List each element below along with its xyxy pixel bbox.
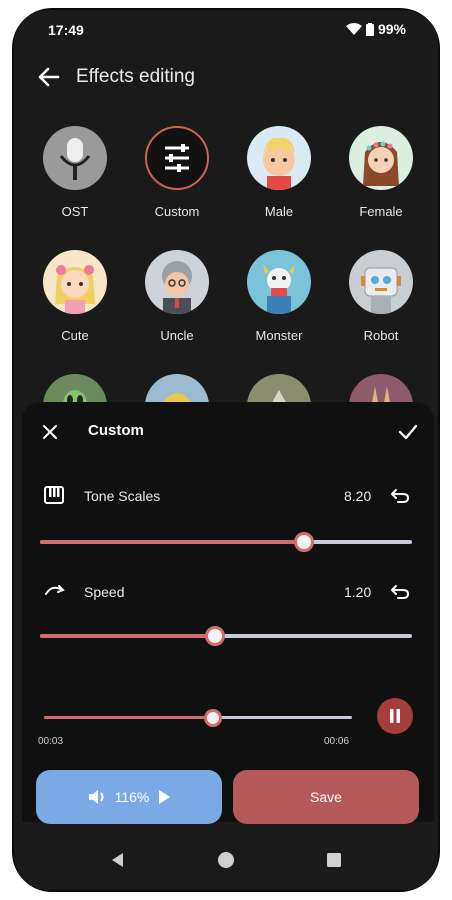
back-arrow-icon[interactable] <box>34 62 64 92</box>
speed-slider[interactable] <box>40 626 412 646</box>
microphone-icon <box>43 126 107 190</box>
effect-label: Uncle <box>160 328 194 343</box>
close-icon[interactable] <box>42 424 58 440</box>
monster-avatar-icon <box>247 250 311 314</box>
playback-total-time: 00:06 <box>324 736 350 747</box>
male-avatar-icon <box>247 126 311 190</box>
tone-scales-label: Tone Scales <box>84 488 161 504</box>
playback-thumb[interactable] <box>204 709 223 727</box>
effect-ost[interactable]: OST <box>30 126 120 219</box>
speed-value: 1.20 <box>344 584 372 600</box>
playback-progress-slider[interactable] <box>44 709 352 727</box>
pause-button[interactable] <box>377 698 413 734</box>
tone-scales-value: 8.20 <box>344 488 372 504</box>
playback-progress-fill <box>44 716 214 719</box>
tone-scales-thumb[interactable] <box>294 532 315 552</box>
speed-fill <box>40 634 215 638</box>
speed-curve-icon <box>45 585 65 595</box>
tone-scales-slider[interactable] <box>40 532 412 552</box>
effect-label: OST <box>61 204 89 219</box>
battery-icon <box>365 22 374 36</box>
reset-tone-icon[interactable] <box>390 488 410 504</box>
nav-home-icon[interactable] <box>216 850 236 870</box>
effect-male[interactable]: Male <box>234 126 324 219</box>
status-bar: 17:49 99% <box>14 10 438 44</box>
play-icon <box>159 790 171 804</box>
robot-avatar-icon <box>349 250 413 314</box>
effect-label: Female <box>359 204 403 219</box>
uncle-avatar-icon <box>145 250 209 314</box>
effect-robot[interactable]: Robot <box>336 250 426 343</box>
effect-monster[interactable]: Monster <box>234 250 324 343</box>
effect-uncle[interactable]: Uncle <box>132 250 222 343</box>
sliders-icon <box>145 126 209 190</box>
save-button[interactable]: Save <box>233 770 419 824</box>
speed-label: Speed <box>84 584 125 600</box>
nav-back-icon[interactable] <box>110 852 124 868</box>
reset-speed-icon[interactable] <box>390 584 410 600</box>
effect-label: Custom <box>154 204 200 219</box>
effect-custom[interactable]: Custom <box>132 126 222 219</box>
check-icon[interactable] <box>398 424 418 440</box>
nav-recents-icon[interactable] <box>326 852 342 868</box>
volume-level: 116% <box>114 789 150 805</box>
volume-play-button[interactable]: 116% <box>36 770 222 824</box>
pause-icon <box>390 709 400 723</box>
tone-scales-fill <box>40 540 305 544</box>
female-avatar-icon <box>349 126 413 190</box>
app-screen: 17:49 99% Effects editing OST Custom Mal… <box>14 10 438 890</box>
speed-thumb[interactable] <box>204 626 225 646</box>
cute-avatar-icon <box>43 250 107 314</box>
speaker-icon <box>88 790 104 804</box>
battery-percent: 99% <box>377 21 406 37</box>
effect-label: Robot <box>363 328 399 343</box>
effect-label: Monster <box>255 328 303 343</box>
status-time: 17:49 <box>48 22 84 38</box>
status-icons: 99% <box>345 21 406 37</box>
page-title: Effects editing <box>76 66 196 87</box>
sheet-title: Custom <box>88 422 144 439</box>
effect-cute[interactable]: Cute <box>30 250 120 343</box>
wifi-icon <box>345 23 362 35</box>
app-header: Effects editing <box>14 60 438 96</box>
effect-label: Male <box>264 204 294 219</box>
custom-effect-sheet: Custom Tone Scales 8.20 Speed 1.20 00:03… <box>22 402 434 822</box>
effect-label: Cute <box>61 328 89 343</box>
piano-keys-icon <box>44 486 64 504</box>
system-nav-bar <box>14 840 438 890</box>
playback-current-time: 00:03 <box>38 736 64 747</box>
save-label: Save <box>310 789 342 805</box>
effect-female[interactable]: Female <box>336 126 426 219</box>
